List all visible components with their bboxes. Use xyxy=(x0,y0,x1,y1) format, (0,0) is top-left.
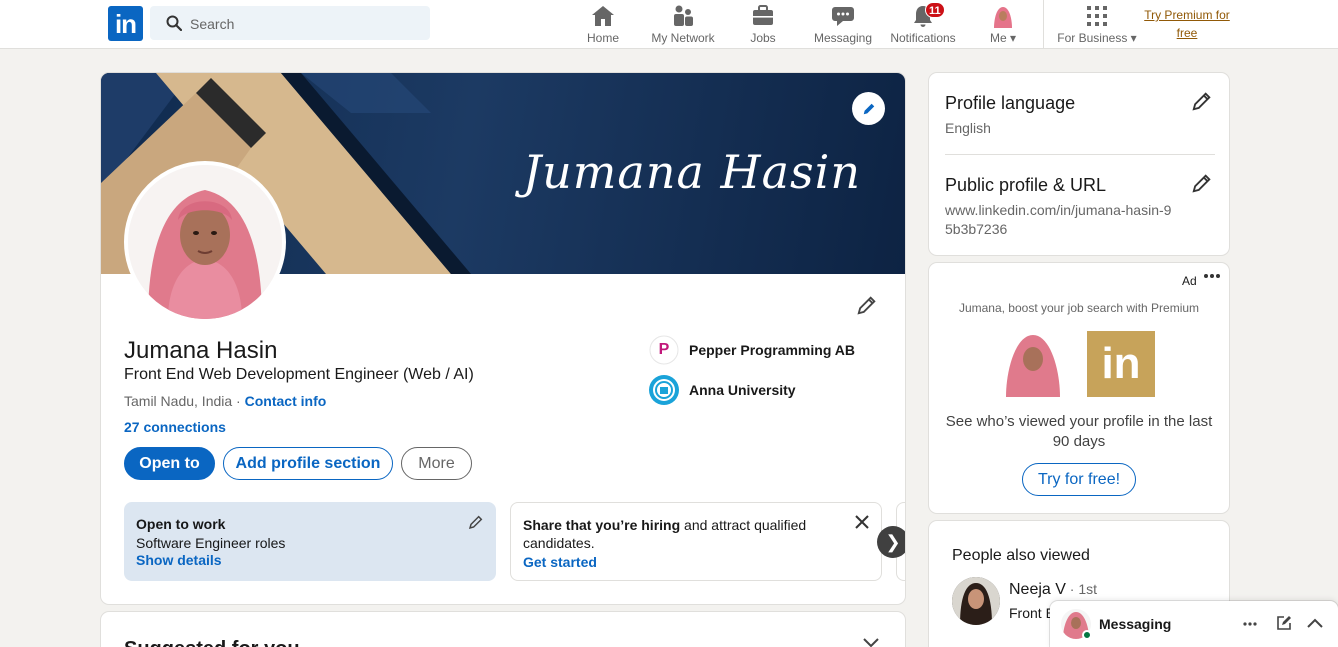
get-started-link[interactable]: Get started xyxy=(523,554,869,570)
nav-label-notifications: Notifications xyxy=(890,31,956,45)
hiring-text: Share that you’re hiring and attract qua… xyxy=(523,517,807,551)
profile-language-value: English xyxy=(945,120,991,136)
close-icon[interactable] xyxy=(855,515,869,529)
nav-label-me: Me ▾ xyxy=(989,31,1017,45)
ad-user-avatar xyxy=(1002,329,1064,397)
more-options-icon[interactable] xyxy=(1243,622,1257,626)
chevron-down-icon: ▾ xyxy=(1009,31,1017,45)
profile-location-line: Tamil Nadu, India · Contact info xyxy=(124,393,327,409)
university-logo-icon xyxy=(647,373,681,407)
connections-link[interactable]: 27 connections xyxy=(124,419,226,435)
ad-tagline: Jumana, boost your job search with Premi… xyxy=(958,301,1200,315)
contact-info-link[interactable]: Contact info xyxy=(245,393,327,409)
profile-location: Tamil Nadu, India xyxy=(124,393,233,409)
nav-divider xyxy=(1043,0,1044,48)
nav-item-me[interactable]: Me ▾ xyxy=(983,3,1023,45)
chat-bubble-icon xyxy=(811,3,875,29)
nav-label-for-business: For Business ▾ xyxy=(1057,31,1137,45)
nav-item-jobs[interactable]: Jobs xyxy=(746,3,780,45)
profile-photo[interactable] xyxy=(124,161,286,323)
profile-settings-card: Profile language English Public profile … xyxy=(929,73,1229,255)
more-options-icon[interactable] xyxy=(1204,273,1220,279)
pencil-icon xyxy=(856,294,878,316)
search-placeholder: Search xyxy=(190,16,235,32)
top-navigation-bar: in Search Home My Network Jobs Messaging… xyxy=(0,0,1338,49)
search-icon xyxy=(166,15,182,31)
home-icon xyxy=(583,3,623,29)
bell-icon xyxy=(887,3,959,29)
open-to-work-card[interactable]: Open to work Software Engineer roles Sho… xyxy=(124,502,496,581)
online-status-dot xyxy=(1082,630,1092,640)
nav-label-my-network: My Network xyxy=(651,31,715,45)
banner-signature: Jumana Hasin xyxy=(522,145,861,199)
me-avatar-icon xyxy=(983,3,1023,29)
person-name-line[interactable]: Neeja V · 1st xyxy=(1009,581,1097,599)
profile-headline: Front End Web Development Engineer (Web … xyxy=(124,366,474,383)
company-name: Pepper Programming AB xyxy=(689,342,855,358)
pencil-icon xyxy=(862,102,876,116)
chevron-down-icon[interactable] xyxy=(863,638,879,647)
svg-text:P: P xyxy=(659,341,670,358)
chevron-down-icon: ▾ xyxy=(1130,31,1137,45)
notifications-badge: 11 xyxy=(925,2,945,18)
briefcase-icon xyxy=(746,3,780,29)
nav-item-notifications[interactable]: 11 Notifications xyxy=(887,2,959,45)
grid-apps-icon xyxy=(1052,3,1142,29)
open-to-work-subtitle: Software Engineer roles xyxy=(136,535,286,551)
compose-icon[interactable] xyxy=(1276,615,1292,631)
pencil-icon[interactable] xyxy=(1191,90,1213,112)
people-icon xyxy=(648,3,718,29)
public-profile-title: Public profile & URL xyxy=(945,175,1107,195)
premium-ad-card: Ad Jumana, boost your job search with Pr… xyxy=(929,263,1229,513)
suggested-card: Suggested for you xyxy=(101,612,905,647)
chevron-up-icon[interactable] xyxy=(1307,618,1323,628)
ad-text: See who’s viewed your profile in the las… xyxy=(945,413,1213,450)
nav-label-jobs: Jobs xyxy=(750,31,776,45)
suggested-title: Suggested for you xyxy=(124,638,300,647)
people-also-viewed-title: People also viewed xyxy=(952,547,1090,564)
public-profile-url: www.linkedin.com/in/jumana-hasin-95b3b72… xyxy=(945,202,1172,237)
edit-banner-button[interactable] xyxy=(852,92,885,125)
company-logo-icon: P xyxy=(647,333,681,367)
avatar[interactable] xyxy=(952,577,1000,625)
try-for-free-button[interactable]: Try for free! xyxy=(1022,463,1136,496)
messaging-label: Messaging xyxy=(1099,616,1172,632)
nav-item-home[interactable]: Home xyxy=(583,3,623,45)
nav-item-for-business[interactable]: For Business ▾ xyxy=(1052,3,1142,45)
profile-top-card: Jumana Hasin Jumana Hasin Front End Web … xyxy=(101,73,905,604)
show-details-link[interactable]: Show details xyxy=(136,552,484,568)
nav-item-messaging[interactable]: Messaging xyxy=(811,3,875,45)
carousel-next-button[interactable]: ❯ xyxy=(877,526,905,558)
linkedin-logo-icon[interactable]: in xyxy=(108,6,143,41)
ad-label: Ad xyxy=(1182,274,1197,288)
pencil-icon[interactable] xyxy=(1191,172,1213,194)
messaging-overlay-bar[interactable]: Messaging xyxy=(1050,601,1338,647)
open-to-button[interactable]: Open to xyxy=(124,447,215,480)
university-name: Anna University xyxy=(689,382,796,398)
nav-label-home: Home xyxy=(586,31,619,45)
divider xyxy=(945,154,1215,155)
org-education[interactable]: Anna University xyxy=(647,373,796,407)
nav-item-my-network[interactable]: My Network xyxy=(648,3,718,45)
profile-language-title: Profile language xyxy=(945,93,1076,113)
share-hiring-card: Share that you’re hiring and attract qua… xyxy=(510,502,882,581)
try-premium-link[interactable]: Try Premium for free xyxy=(1140,6,1234,42)
pencil-icon[interactable] xyxy=(468,514,484,530)
open-to-work-title: Open to work xyxy=(136,516,226,532)
org-current-company[interactable]: P Pepper Programming AB xyxy=(647,333,855,367)
nav-label-messaging: Messaging xyxy=(813,31,873,45)
profile-name: Jumana Hasin xyxy=(124,337,278,364)
search-input[interactable]: Search xyxy=(150,6,430,40)
linkedin-premium-logo-icon: in xyxy=(1087,331,1155,397)
add-profile-section-button[interactable]: Add profile section xyxy=(223,447,393,480)
edit-intro-button[interactable] xyxy=(856,294,878,316)
more-button[interactable]: More xyxy=(401,447,472,480)
